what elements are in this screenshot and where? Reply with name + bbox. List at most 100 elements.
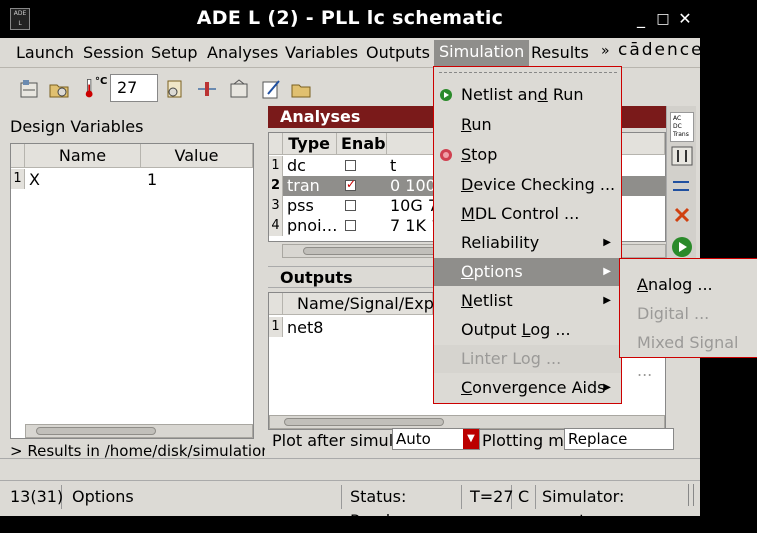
edit-icon[interactable]: [260, 78, 282, 100]
enable-checkbox[interactable]: [345, 160, 356, 171]
row-number: 2: [269, 176, 283, 196]
ac-dc-trans-icon[interactable]: AC DC Trans: [670, 112, 694, 142]
enable-checkbox[interactable]: [345, 220, 356, 231]
folder-icon[interactable]: [290, 78, 312, 100]
menu-item-convergence-aids[interactable]: Convergence Aids ▶: [434, 374, 621, 402]
row-number: 3: [269, 196, 283, 216]
menu-launch[interactable]: Launch: [16, 43, 74, 62]
plot-after-sim-label: Plot after simulat: [272, 431, 410, 450]
status-ready: Status: Ready: [344, 485, 462, 530]
ac-label: AC: [673, 115, 682, 122]
design-variables-title: Design Variables: [10, 117, 144, 136]
netlist-icon[interactable]: [228, 78, 250, 100]
menu-setup[interactable]: Setup: [151, 43, 198, 62]
analysis-sidebar: AC DC Trans: [666, 106, 696, 264]
menu-item-netlist[interactable]: Netlist ▶: [434, 287, 621, 315]
row-number: 1: [11, 169, 25, 189]
dropdown-arrow-icon: ▼: [463, 429, 479, 449]
design-variables-table: Name Value 1 X 1: [10, 143, 254, 439]
trans-label: Trans: [673, 131, 689, 138]
resize-grip[interactable]: [688, 484, 694, 506]
column-header-name-signal[interactable]: Name/Signal/Expr: [283, 293, 440, 315]
temperature-icon: °C: [84, 76, 108, 102]
plotting-mode-value: Replace: [568, 430, 628, 448]
menu-item-analog[interactable]: Analog ...: [620, 271, 757, 299]
open-folder-icon[interactable]: [48, 78, 70, 100]
status-count: 13(31): [4, 485, 63, 509]
scroll-thumb[interactable]: [303, 247, 443, 255]
column-header-value[interactable]: Value: [141, 144, 253, 168]
menu-item-device-checking[interactable]: Device Checking ...: [434, 171, 621, 199]
setup-folder-icon[interactable]: [164, 78, 186, 100]
menu-outputs[interactable]: Outputs: [366, 43, 430, 62]
maximize-button[interactable]: □: [654, 10, 672, 28]
status-temperature: T=27: [464, 485, 514, 509]
menu-item-digital: Digital ...: [620, 300, 757, 328]
analysis-type: tran: [287, 176, 320, 195]
menu-label: Device Checking ...: [461, 175, 616, 194]
submenu-arrow-icon: ▶: [603, 266, 611, 277]
menu-item-reliability[interactable]: Reliability ▶: [434, 229, 621, 257]
menu-label: Options: [461, 262, 523, 281]
design-variables-hscroll[interactable]: [25, 424, 253, 438]
menu-analyses[interactable]: Analyses: [207, 43, 278, 62]
options-submenu: Analog ... Digital ... Mixed Signal ...: [619, 258, 757, 380]
menu-item-netlist-and-run[interactable]: Netlist and Run: [434, 81, 621, 109]
menu-item-stop[interactable]: Stop: [434, 141, 621, 169]
run-icon[interactable]: [671, 236, 693, 258]
separator-bar: [0, 458, 700, 478]
stop-icon: [440, 149, 452, 161]
scroll-thumb[interactable]: [36, 427, 156, 435]
variable-name: X: [29, 170, 40, 189]
tune-icon[interactable]: [671, 146, 693, 166]
temperature-unit: °C: [95, 76, 108, 87]
tearoff-line[interactable]: [439, 72, 617, 73]
outputs-hscroll[interactable]: [269, 415, 665, 429]
menu-item-linter-log: Linter Log ...: [434, 345, 621, 373]
column-header-name[interactable]: Name: [25, 144, 141, 168]
enable-checkbox[interactable]: [345, 200, 356, 211]
column-header-type[interactable]: Type: [283, 133, 337, 155]
plot-after-sim-select[interactable]: Auto ▼: [392, 428, 480, 450]
close-button[interactable]: ✕: [676, 10, 694, 28]
wire-probe-icon[interactable]: [196, 78, 218, 100]
menu-overflow-icon[interactable]: »: [601, 43, 610, 59]
menu-label: Analog ...: [637, 275, 713, 294]
schematic-icon[interactable]: [18, 78, 40, 100]
menu-item-run[interactable]: Run: [434, 111, 621, 139]
column-header-enable[interactable]: Enable: [337, 133, 402, 155]
scroll-thumb[interactable]: [284, 418, 444, 426]
menu-label: Linter Log ...: [461, 349, 562, 368]
menu-item-mdl-control[interactable]: MDL Control ...: [434, 200, 621, 228]
title-bar: ADE L ADE L (2) - PLL lc schematic _ □ ✕: [0, 0, 700, 38]
menu-session[interactable]: Session: [83, 43, 144, 62]
table-row[interactable]: 1 X 1: [11, 169, 253, 189]
row-number: 4: [269, 216, 283, 236]
status-bar: 13(31) Options Status: Ready T=27 C Simu…: [0, 480, 700, 530]
menu-item-options[interactable]: Options ▶: [434, 258, 621, 286]
menu-label: Output Log ...: [461, 320, 571, 339]
enable-checkbox[interactable]: [345, 177, 356, 191]
menu-results[interactable]: Results: [531, 43, 589, 62]
menu-label: MDL Control ...: [461, 204, 580, 223]
menu-item-output-log[interactable]: Output Log ...: [434, 316, 621, 344]
menu-label: Stop: [461, 145, 498, 164]
analysis-type: pss: [287, 196, 314, 215]
minimize-button[interactable]: _: [632, 10, 650, 28]
rownum-header: [269, 293, 283, 315]
outputs-to-plot-icon[interactable]: [671, 176, 693, 196]
submenu-arrow-icon: ▶: [603, 295, 611, 306]
analysis-args: 10G 7: [390, 196, 439, 215]
menu-label: Netlist and Run: [461, 85, 584, 104]
dc-label: DC: [673, 123, 682, 130]
menu-item-mixed-signal: Mixed Signal ...: [620, 329, 757, 380]
analysis-type: dc: [287, 156, 306, 175]
plotting-mode-select[interactable]: Replace: [564, 428, 674, 450]
delete-icon[interactable]: [673, 206, 691, 224]
cadence-logo: cādence: [618, 40, 704, 60]
menu-simulation[interactable]: Simulation: [434, 40, 530, 66]
temperature-input[interactable]: 27: [110, 74, 158, 102]
menu-variables[interactable]: Variables: [285, 43, 358, 62]
window-title: ADE L (2) - PLL lc schematic: [196, 7, 504, 29]
plotting-mode-label: Plotting mo: [482, 431, 574, 450]
